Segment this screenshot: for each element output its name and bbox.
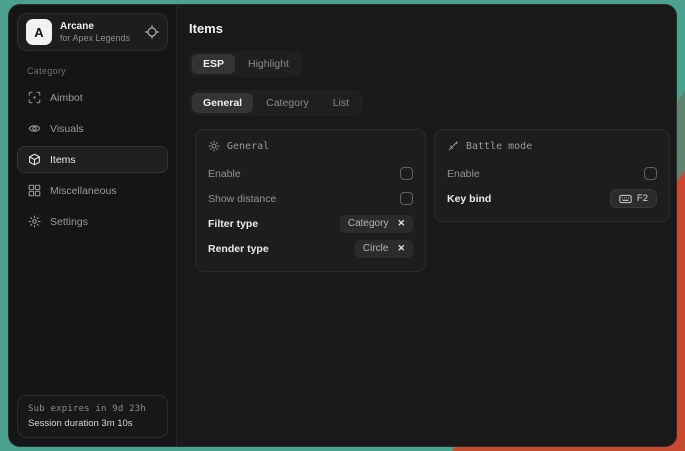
subscription-info-card: Sub expires in 9d 23h Session duration 3…: [17, 395, 168, 438]
sword-icon: [447, 140, 459, 152]
setting-label: Render type: [208, 243, 269, 255]
keybind-button[interactable]: F2: [610, 189, 657, 208]
filter-type-select[interactable]: Category ✕: [340, 215, 413, 233]
sidebar-nav: Aimbot Visuals Items: [17, 84, 168, 235]
grid-icon: [28, 184, 41, 197]
sidebar-item-visuals[interactable]: Visuals: [17, 115, 168, 142]
battle-panel-header: Battle mode: [447, 140, 657, 152]
setting-label: Show distance: [208, 193, 276, 205]
box-icon: [28, 153, 41, 166]
view-tab-row: General Category List: [189, 90, 670, 116]
render-type-select[interactable]: Circle ✕: [355, 240, 413, 258]
general-panel-title: General: [227, 141, 269, 152]
eye-icon: [28, 122, 41, 135]
sidebar: A Arcane for Apex Legends Category: [9, 5, 177, 446]
panels-container: General Enable Show distance Filter type…: [195, 129, 670, 272]
filter-type-value: Category: [348, 218, 389, 229]
sidebar-item-items[interactable]: Items: [17, 146, 168, 173]
mode-tab-group: ESP Highlight: [189, 51, 303, 77]
sidebar-item-label: Miscellaneous: [50, 185, 117, 197]
tab-highlight[interactable]: Highlight: [237, 54, 300, 74]
sidebar-item-aimbot[interactable]: Aimbot: [17, 84, 168, 111]
mode-tab-row: ESP Highlight: [189, 51, 670, 77]
gear-icon: [28, 215, 41, 228]
battle-panel-title: Battle mode: [466, 141, 532, 152]
app-subtitle: for Apex Legends: [60, 33, 130, 43]
sidebar-item-label: Settings: [50, 216, 88, 228]
crosshair-scan-icon: [28, 91, 41, 104]
setting-row-show-distance: Show distance: [208, 186, 413, 211]
setting-label: Key bind: [447, 193, 491, 205]
clear-icon[interactable]: ✕: [397, 244, 405, 253]
setting-label: Enable: [447, 168, 480, 180]
setting-row-filter-type: Filter type Category ✕: [208, 211, 413, 236]
sidebar-item-miscellaneous[interactable]: Miscellaneous: [17, 177, 168, 204]
app-header-card: A Arcane for Apex Legends: [17, 13, 168, 51]
app-title: Arcane: [60, 21, 130, 32]
sub-expiry-text: Sub expires in 9d 23h: [28, 404, 157, 414]
setting-label: Filter type: [208, 218, 258, 230]
sidebar-item-label: Aimbot: [50, 92, 83, 104]
crosshair-icon[interactable]: [145, 25, 159, 39]
keyboard-icon: [619, 194, 632, 204]
setting-row-battle-enable: Enable: [447, 161, 657, 186]
setting-row-enable: Enable: [208, 161, 413, 186]
sidebar-item-label: Visuals: [50, 123, 84, 135]
session-duration-text: Session duration 3m 10s: [28, 418, 157, 429]
app-text: Arcane for Apex Legends: [60, 21, 130, 43]
app-logo: A: [26, 19, 52, 45]
render-type-value: Circle: [363, 243, 389, 254]
show-distance-checkbox[interactable]: [400, 192, 413, 205]
battle-enable-checkbox[interactable]: [644, 167, 657, 180]
sun-icon: [208, 140, 220, 152]
main-content: Items ESP Highlight General Category Lis…: [177, 5, 677, 446]
tab-general[interactable]: General: [192, 93, 253, 113]
view-tab-group: General Category List: [189, 90, 363, 116]
clear-icon[interactable]: ✕: [397, 219, 405, 228]
general-panel-header: General: [208, 140, 413, 152]
tab-category[interactable]: Category: [255, 93, 320, 113]
page-title: Items: [189, 21, 670, 36]
setting-row-render-type: Render type Circle ✕: [208, 236, 413, 261]
app-window: A Arcane for Apex Legends Category: [8, 4, 677, 447]
tab-list[interactable]: List: [322, 93, 360, 113]
keybind-value: F2: [637, 193, 648, 204]
sidebar-item-settings[interactable]: Settings: [17, 208, 168, 235]
battle-mode-panel: Battle mode Enable Key bind: [434, 129, 670, 222]
general-panel: General Enable Show distance Filter type…: [195, 129, 426, 272]
category-label: Category: [27, 66, 168, 76]
sidebar-item-label: Items: [50, 154, 76, 166]
tab-esp[interactable]: ESP: [192, 54, 235, 74]
enable-checkbox[interactable]: [400, 167, 413, 180]
setting-label: Enable: [208, 168, 241, 180]
setting-row-key-bind: Key bind F2: [447, 186, 657, 211]
